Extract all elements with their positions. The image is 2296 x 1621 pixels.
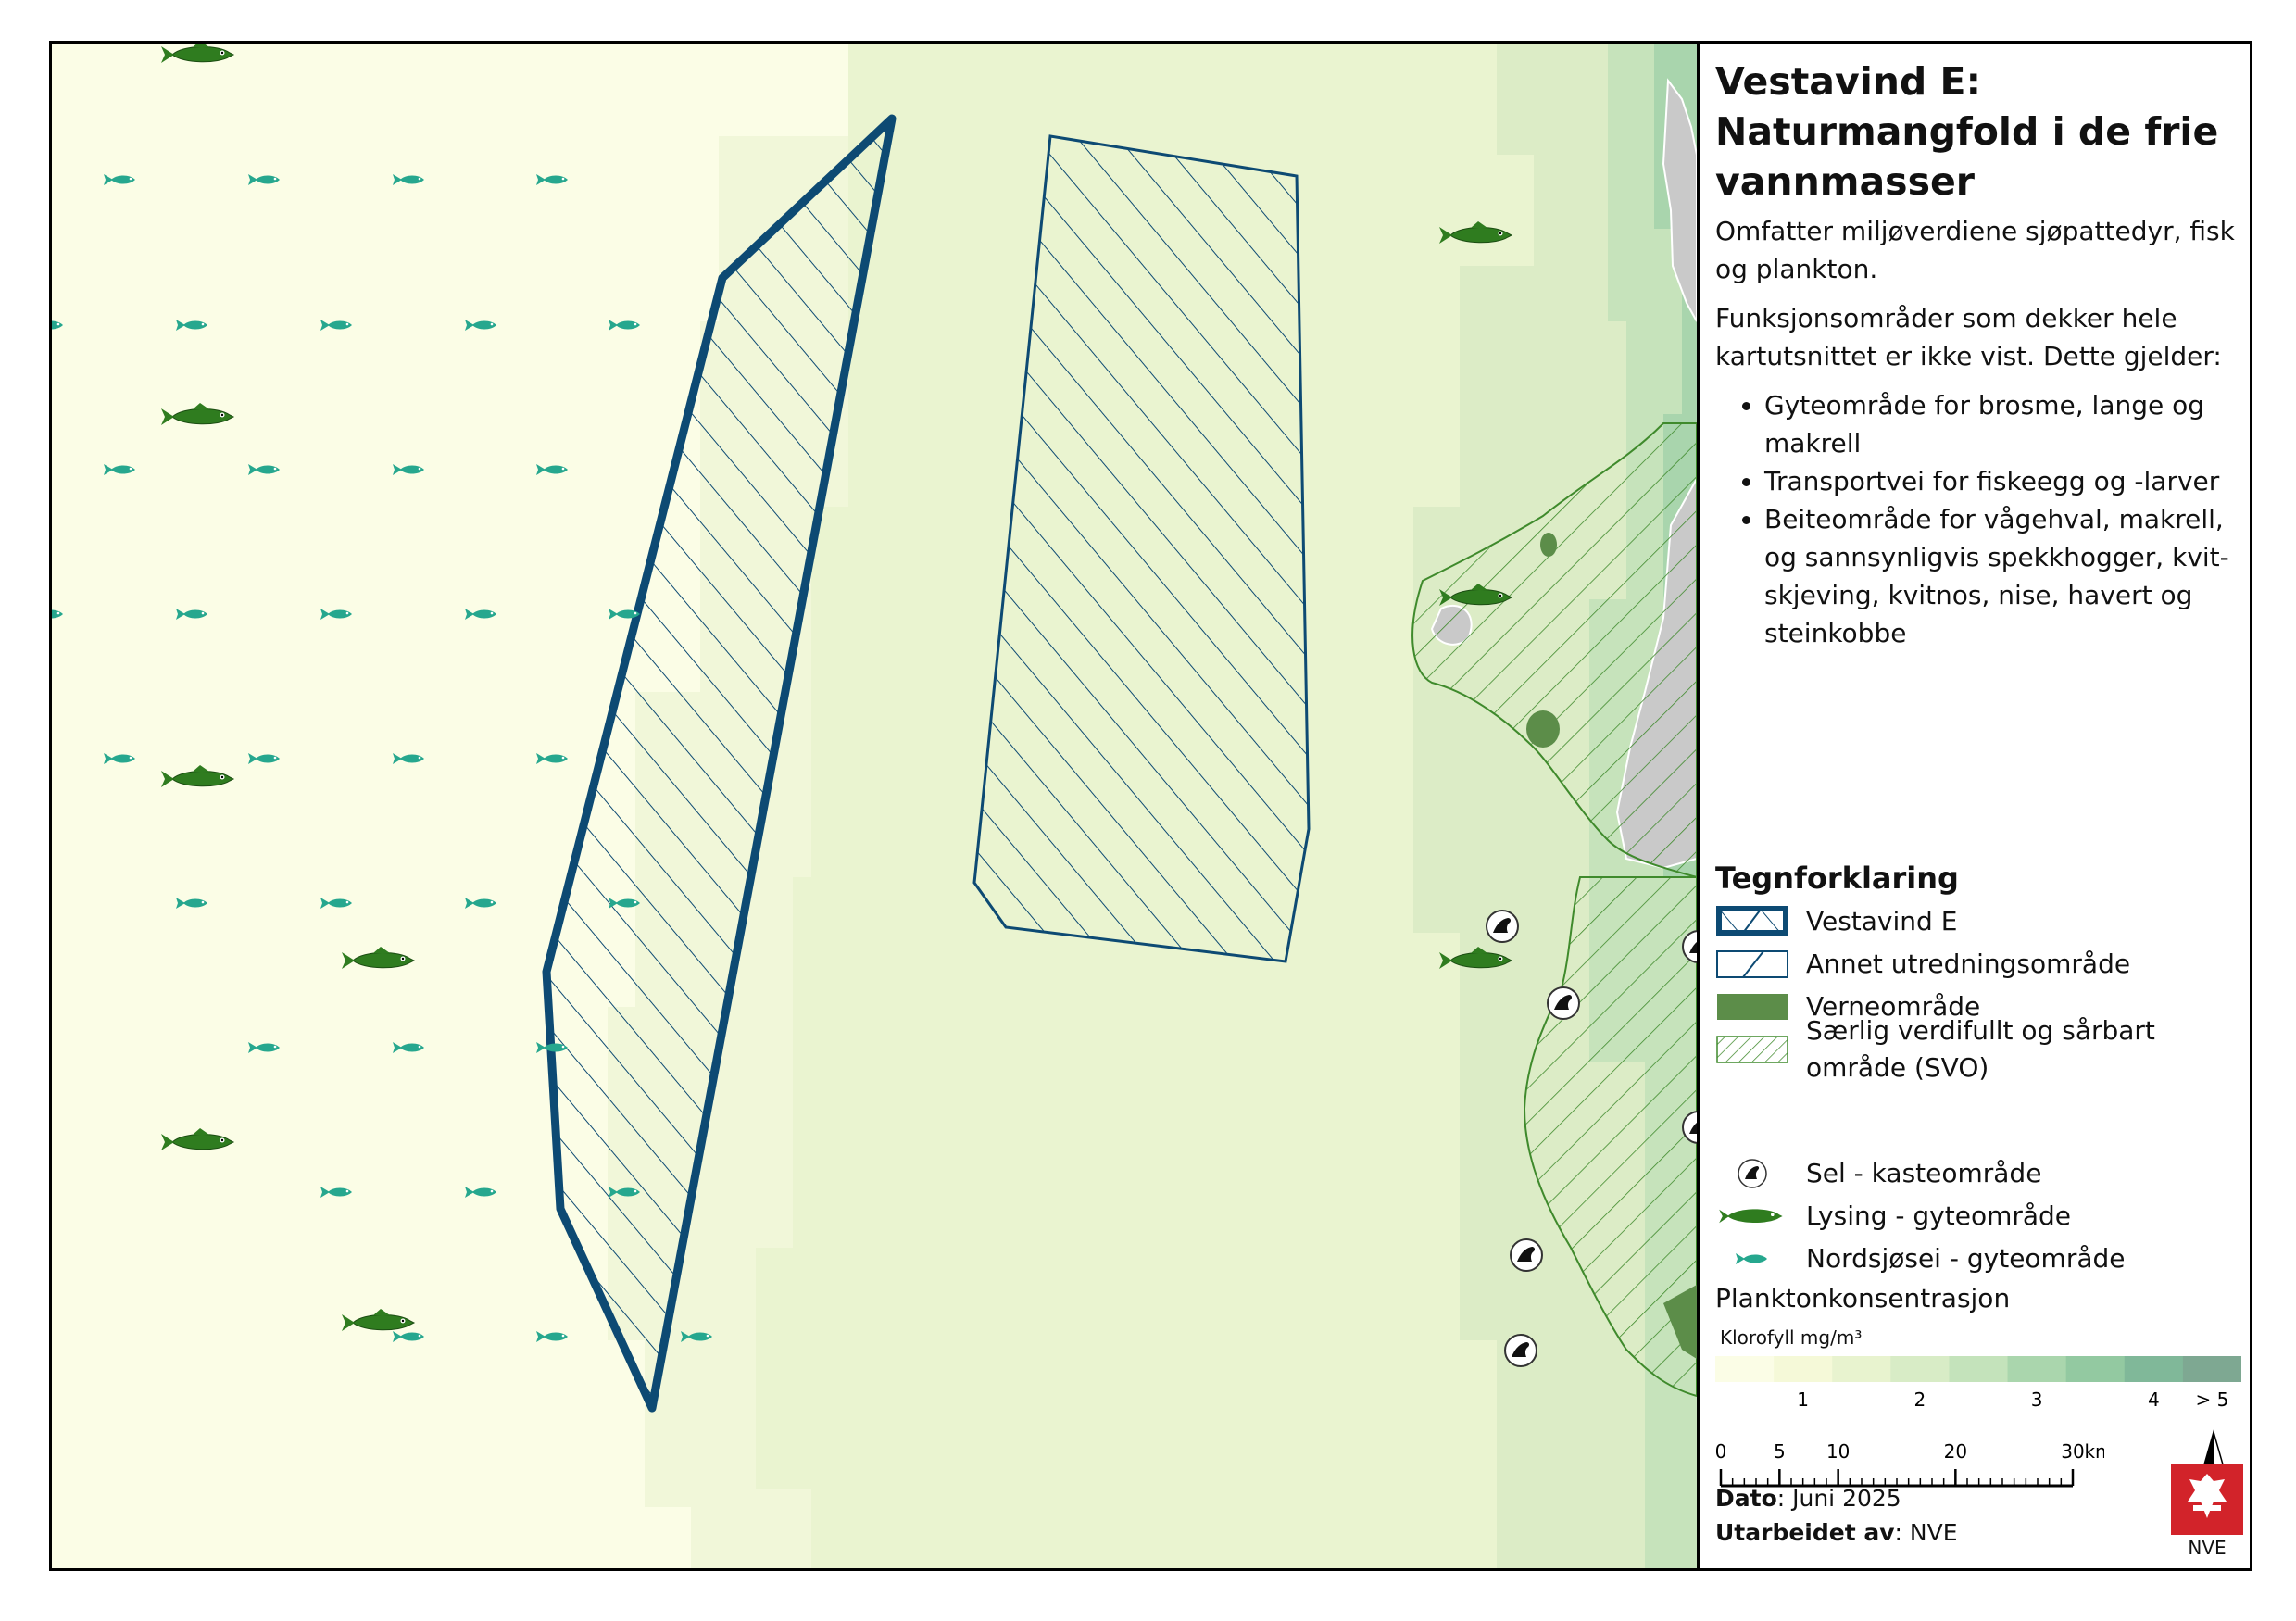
- list-item: Transportvei for fiskeegg og -larver: [1764, 462, 2243, 500]
- scale-bar-label: 10: [1826, 1440, 1850, 1463]
- legend-item-lysing: Lysing - gyteområde: [1715, 1198, 2071, 1235]
- plankton-colorbar: 1 2 3 4 > 5: [1715, 1356, 2241, 1411]
- scale-bar-unit: km: [2084, 1440, 2104, 1463]
- plankton-unit: Klorofyll mg/m³: [1720, 1326, 1863, 1349]
- legend-label: Nordsjøsei - gyteområde: [1806, 1243, 2126, 1274]
- plankton-color-step: [1715, 1356, 1775, 1382]
- plankton-tick-label: 2: [1914, 1389, 1926, 1411]
- description-paragraph: Funksjonsområder som dekker hele kartuts…: [1715, 303, 2222, 371]
- plankton-tick-label: 1: [1797, 1389, 1809, 1411]
- plankton-color-step: [1774, 1356, 1833, 1382]
- title-line: Naturmangfold i de frie: [1715, 109, 2219, 154]
- hatched-thick-outline-icon: [1715, 905, 1789, 938]
- plankton-color-step: [1949, 1356, 2009, 1382]
- legend-item-annet: Annet utredningsområde: [1715, 946, 2130, 983]
- plankton-color-step: [2182, 1356, 2241, 1382]
- plankton-color-step: [1890, 1356, 1950, 1382]
- scale-bar-label: 20: [1944, 1440, 1967, 1463]
- saithe-fish-icon: [1715, 1242, 1789, 1275]
- description-paragraph: Omfatter miljøverdiene sjøpattedyr, fisk…: [1715, 216, 2235, 284]
- author-line: Utarbeidet av: NVE: [1715, 1519, 1958, 1546]
- hake-fish-icon: [1715, 1200, 1789, 1233]
- seal-icon: [1547, 986, 1580, 1020]
- nve-logo: NVE: [2171, 1464, 2243, 1557]
- plankton-color-step: [1832, 1356, 1891, 1382]
- map-svg: [52, 44, 1697, 1568]
- legend-label: Særlig verdifullt og sårbart område (SVO…: [1806, 1015, 2155, 1083]
- nve-logo-text: NVE: [2188, 1537, 2226, 1557]
- legend-item-sei: Nordsjøsei - gyteområde: [1715, 1240, 2126, 1277]
- verneomrade-1[interactable]: [1526, 710, 1560, 748]
- green-hatch-icon: [1715, 1033, 1789, 1066]
- plankton-tick-label: > 5: [2196, 1389, 2229, 1411]
- solid-green-fill-icon: [1715, 990, 1789, 1024]
- seal-icon: [1504, 1334, 1537, 1367]
- seal-icon: [1715, 1157, 1789, 1190]
- legend-item-svo: Særlig verdifullt og sårbart område (SVO…: [1715, 1015, 2250, 1083]
- map-title: Vestavind E: Naturmangfold i de frie van…: [1715, 57, 2243, 207]
- scale-bar-label: 5: [1774, 1440, 1786, 1463]
- title-line: vannmasser: [1715, 159, 1975, 204]
- list-item: Beiteområde for vågehval, makrell, og sa…: [1764, 500, 2243, 652]
- scale-bar-label: 0: [1715, 1440, 1726, 1463]
- seal-icon: [1510, 1238, 1543, 1272]
- description-list: Gyteområde for brosme, lange og makrell …: [1715, 386, 2243, 652]
- plankton-title: Planktonkonsentrasjon: [1715, 1283, 2011, 1313]
- legend-title: Tegnforklaring: [1715, 861, 1959, 896]
- legend-label: Annet utredningsområde: [1806, 949, 2131, 979]
- plankton-color-step: [2007, 1356, 2067, 1382]
- date-line: Dato: Juni 2025: [1715, 1485, 1901, 1512]
- legend-item-sel: Sel - kasteområde: [1715, 1155, 2041, 1192]
- legend-label: Sel - kasteområde: [1806, 1158, 2042, 1188]
- legend-panel: Vestavind E: Naturmangfold i de frie van…: [1697, 44, 2250, 1568]
- verneomrade-2[interactable]: [1540, 533, 1557, 557]
- plankton-color-step: [2124, 1356, 2184, 1382]
- description: Omfatter miljøverdiene sjøpattedyr, fisk…: [1715, 212, 2243, 652]
- title-line: Vestavind E:: [1715, 59, 1981, 104]
- plankton-color-step: [2065, 1356, 2126, 1382]
- scale-bar-label: 30: [2061, 1440, 2084, 1463]
- legend-label: Lysing - gyteområde: [1806, 1200, 2072, 1231]
- legend-label: Vestavind E: [1806, 906, 1958, 936]
- map-frame: Vestavind E: Naturmangfold i de frie van…: [49, 41, 2252, 1571]
- legend-item-vestavind: Vestavind E: [1715, 903, 1957, 940]
- map-canvas[interactable]: [52, 44, 1697, 1568]
- seal-icon: [1486, 910, 1519, 943]
- hatched-thin-outline-icon: [1715, 948, 1789, 981]
- list-item: Gyteområde for brosme, lange og makrell: [1764, 386, 2243, 462]
- plankton-tick-label: 3: [2031, 1389, 2043, 1411]
- plankton-tick-label: 4: [2148, 1389, 2160, 1411]
